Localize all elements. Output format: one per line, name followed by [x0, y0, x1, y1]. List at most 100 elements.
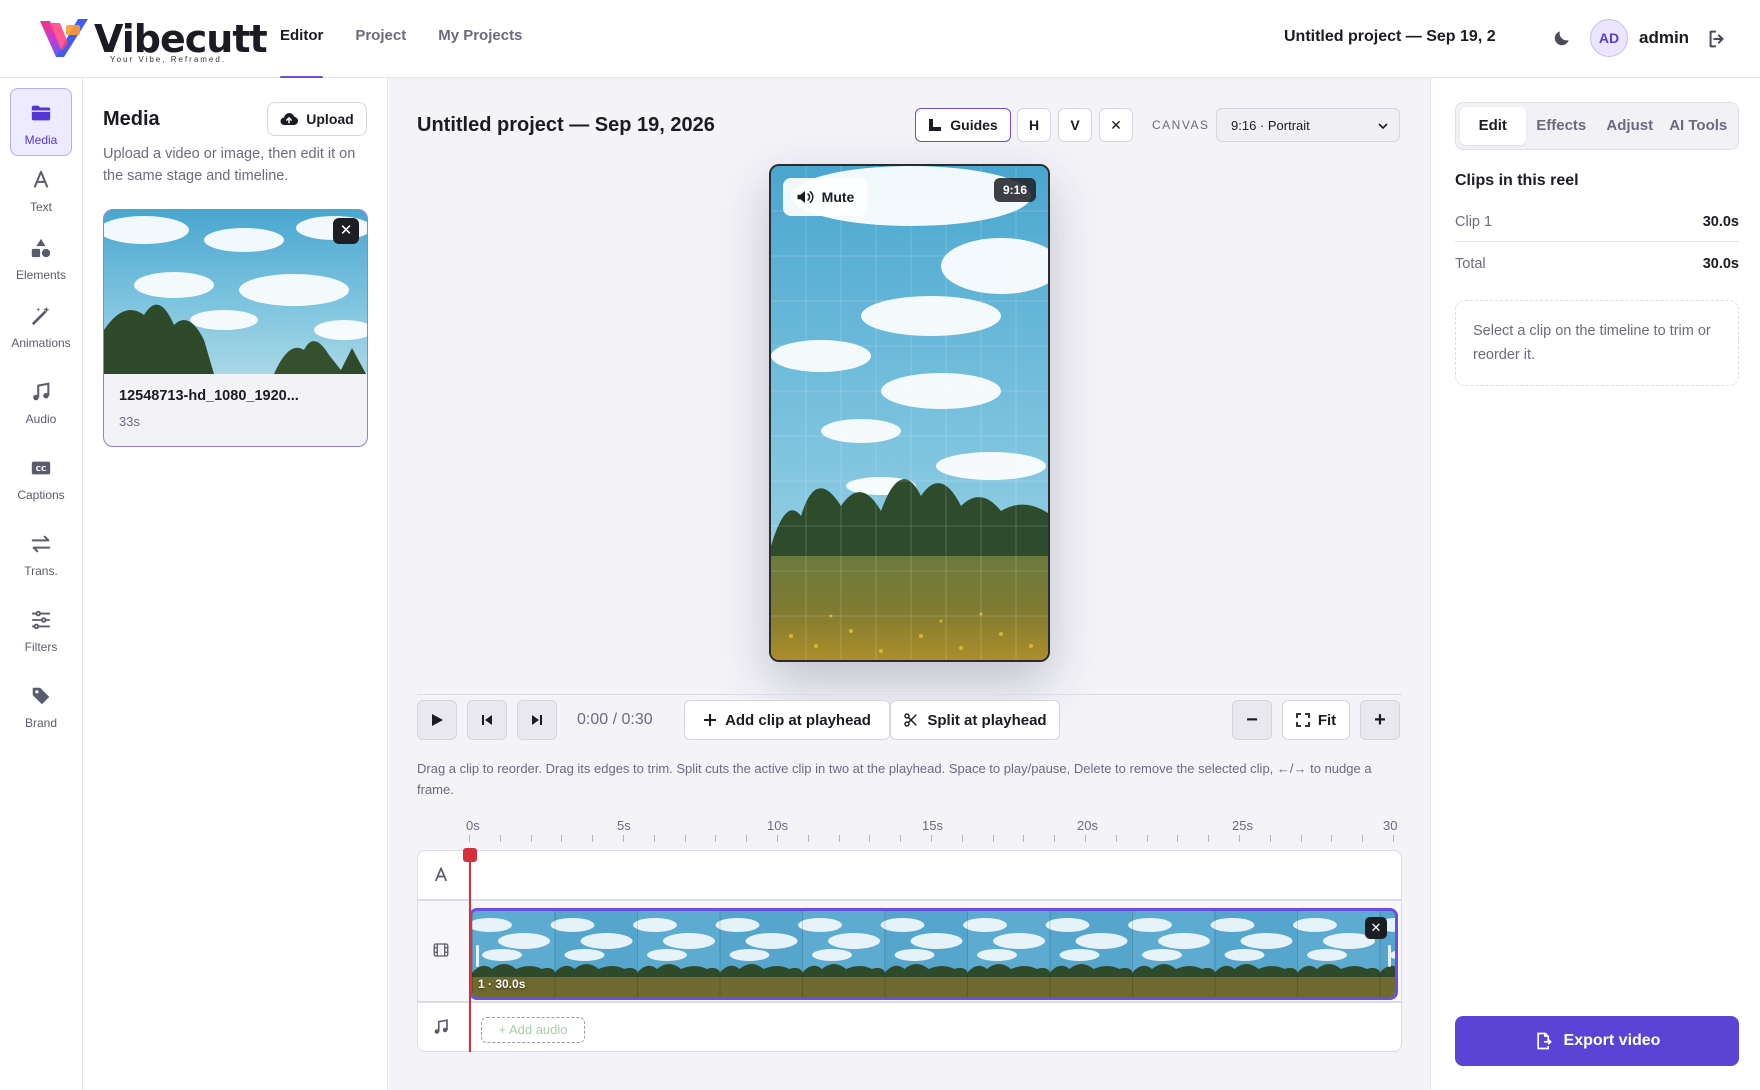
main-nav: Editor Project My Projects: [280, 0, 554, 79]
clip-frame: [880, 911, 967, 997]
ruler-tick: [807, 835, 809, 842]
rail-item-captions[interactable]: CC Captions: [10, 444, 72, 512]
logo-tagline: Your Vibe, Reframed.: [110, 55, 227, 64]
tab-adjust[interactable]: Adjust: [1597, 107, 1663, 145]
avatar[interactable]: AD: [1590, 19, 1628, 57]
total-row: Total 30.0s: [1455, 244, 1739, 284]
ruler-tick: [1208, 835, 1210, 842]
fit-label: Fit: [1317, 711, 1337, 729]
media-remove-button[interactable]: ✕: [333, 218, 359, 244]
film-icon: [433, 943, 449, 957]
preview-frame: [771, 166, 1048, 660]
canvas-select[interactable]: 9:16 · Portrait: [1216, 108, 1400, 142]
media-card[interactable]: ✕ 12548713-hd_1080_1920... 33s: [103, 209, 368, 447]
split-button[interactable]: Split at playhead: [890, 700, 1060, 740]
skip-forward-button[interactable]: [517, 700, 557, 740]
split-label: Split at playhead: [927, 711, 1047, 729]
ruler-label: 20s: [1077, 818, 1098, 833]
ruler-tick: [653, 835, 655, 842]
guides-label: Guides: [950, 117, 998, 133]
ruler-tick: [931, 835, 932, 842]
add-audio-button[interactable]: + Add audio: [481, 1017, 585, 1043]
aspect-ratio-badge: 9:16: [993, 178, 1036, 202]
text-track[interactable]: [417, 850, 1402, 900]
add-clip-label: Add clip at playhead: [725, 711, 871, 729]
ruler-tick: [530, 835, 532, 842]
zoom-in-button[interactable]: +: [1360, 700, 1400, 740]
clip-row[interactable]: Clip 1 30.0s: [1455, 202, 1739, 242]
nav-project[interactable]: Project: [355, 0, 406, 78]
rail-item-text[interactable]: Text: [10, 156, 72, 224]
nav-editor[interactable]: Editor: [280, 0, 324, 79]
folder-icon: [31, 105, 51, 121]
clip-label: 1 · 30.0s: [478, 977, 526, 991]
rail-item-audio[interactable]: Audio: [10, 368, 72, 436]
moon-icon[interactable]: [1552, 28, 1572, 48]
plus-icon: [704, 714, 717, 726]
clip-frame: [1210, 911, 1297, 997]
add-clip-button[interactable]: Add clip at playhead: [684, 700, 890, 740]
video-preview[interactable]: Mute 9:16: [769, 164, 1050, 662]
controls-divider: [417, 694, 1402, 695]
nav-my-projects[interactable]: My Projects: [438, 0, 522, 78]
total-row-label: Total: [1455, 256, 1486, 272]
logout-icon[interactable]: [1706, 28, 1728, 50]
magic-wand-icon: [32, 306, 50, 325]
mute-button[interactable]: Mute: [783, 178, 867, 216]
svg-text:CC: CC: [36, 464, 47, 473]
rail-item-filters[interactable]: Filters: [10, 596, 72, 664]
cloud-upload-icon: [280, 113, 299, 126]
tab-effects[interactable]: Effects: [1526, 107, 1597, 145]
total-row-duration: 30.0s: [1702, 256, 1739, 272]
export-button[interactable]: Export video: [1455, 1016, 1739, 1066]
music-note-icon: [434, 1019, 448, 1034]
text-icon: [434, 867, 448, 882]
rail-label-media: Media: [24, 133, 58, 147]
ruler-tick: [777, 835, 778, 842]
guide-horizontal-button[interactable]: H: [1017, 108, 1051, 142]
fit-screen-icon: [1295, 713, 1310, 727]
clip-trim-handle-right[interactable]: [1388, 945, 1391, 967]
rail-item-animations[interactable]: Animations: [10, 292, 72, 360]
timeline-clip[interactable]: 1 · 30.0s ✕: [469, 908, 1398, 1000]
ruler-label: 5s: [617, 818, 631, 833]
ruler-tick: [746, 835, 748, 842]
tool-rail: Media Text Elements Animations Audio CC …: [0, 78, 83, 1090]
ruler-tick: [1115, 835, 1117, 842]
skip-back-button[interactable]: [467, 700, 507, 740]
timeline-ruler[interactable]: 0s 5s 10s 15s 20s 25s 30: [417, 818, 1402, 842]
ruler-label: 10s: [767, 818, 788, 833]
export-icon: [1536, 1032, 1552, 1050]
rail-item-media[interactable]: Media: [10, 88, 72, 156]
play-button[interactable]: [417, 700, 457, 740]
shapes-icon: [31, 238, 51, 258]
clips-title: Clips in this reel: [1455, 172, 1579, 189]
rail-label-elements: Elements: [15, 268, 67, 282]
guides-toggle[interactable]: Guides: [915, 108, 1011, 142]
mute-label: Mute: [821, 189, 855, 205]
rail-item-transitions[interactable]: Trans.: [10, 520, 72, 588]
fit-button[interactable]: Fit: [1282, 700, 1350, 740]
upload-button[interactable]: Upload: [267, 102, 367, 136]
logo[interactable]: Vibecutt Your Vibe, Reframed.: [38, 15, 268, 64]
ruler-tick: [992, 835, 994, 842]
tab-edit[interactable]: Edit: [1460, 107, 1526, 145]
guide-vertical-button[interactable]: V: [1058, 108, 1092, 142]
zoom-out-button[interactable]: −: [1232, 700, 1272, 740]
media-description: Upload a video or image, then edit it on…: [103, 146, 356, 184]
clip-remove-button[interactable]: ✕: [1365, 917, 1387, 939]
clip-selection-hint: Select a clip on the timeline to trim or…: [1455, 300, 1739, 386]
ruler-tick: [1054, 835, 1056, 842]
ruler-tick: [1146, 835, 1148, 842]
rail-label-audio: Audio: [25, 412, 57, 426]
guide-clear-button[interactable]: ✕: [1099, 108, 1133, 142]
ruler-label: 30: [1383, 818, 1398, 833]
rail-item-brand[interactable]: Brand: [10, 672, 72, 740]
ruler-tick: [1300, 835, 1302, 842]
clip-trim-handle-left[interactable]: [476, 945, 479, 967]
rail-item-elements[interactable]: Elements: [10, 224, 72, 292]
tab-ai-tools[interactable]: AI Tools: [1663, 107, 1734, 145]
stage: Untitled project — Sep 19, 2026 Guides H…: [389, 78, 1430, 1090]
chevron-down-icon: [1378, 123, 1388, 130]
music-note-icon: [33, 382, 50, 401]
